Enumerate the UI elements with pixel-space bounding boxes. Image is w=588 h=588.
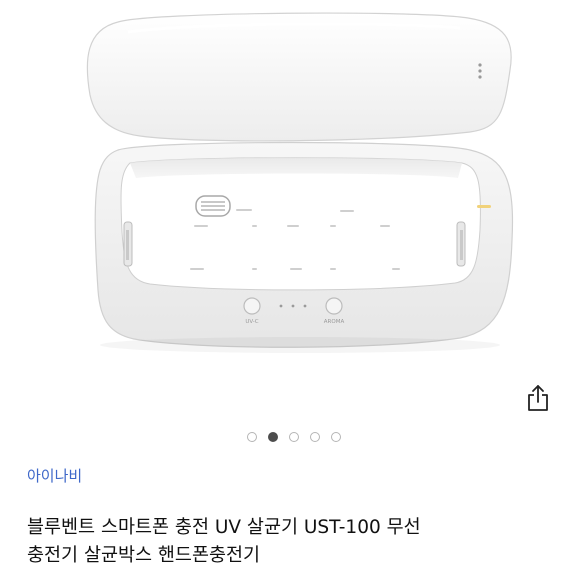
- product-title-line-1: 블루벤트 스마트폰 충전 UV 살균기 UST-100 무선: [27, 517, 421, 538]
- product-title-line-2: 충전기 살균박스 핸드폰충전기: [27, 545, 261, 566]
- pager-dot[interactable]: [331, 432, 341, 442]
- pager-dot[interactable]: [247, 432, 257, 442]
- pager-dot[interactable]: [289, 432, 299, 442]
- seller-name-link[interactable]: 아이나비: [27, 465, 82, 486]
- share-icon: [525, 383, 551, 417]
- lid: [86, 12, 512, 142]
- share-button[interactable]: [520, 380, 556, 420]
- product-image[interactable]: UV-C AROMA: [0, 0, 588, 405]
- pager-dot[interactable]: [310, 432, 320, 442]
- aroma-label: AROMA: [324, 319, 345, 325]
- tray: [120, 157, 491, 291]
- uvc-label: UV-C: [245, 319, 258, 325]
- product-title: 블루벤트 스마트폰 충전 UV 살균기 UST-100 무선 충전기 살균박스 …: [27, 514, 567, 570]
- image-pager: [0, 432, 588, 442]
- pager-dot-active[interactable]: [268, 432, 278, 442]
- uv-sterilizer-illustration: UV-C AROMA: [86, 12, 514, 353]
